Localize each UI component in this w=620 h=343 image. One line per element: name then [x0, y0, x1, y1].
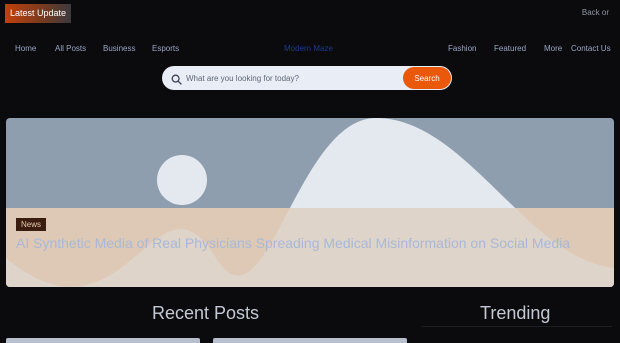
divider: [422, 326, 612, 327]
top-bar: Latest Update Back or: [0, 0, 620, 28]
trending-heading: Trending: [480, 303, 551, 323]
latest-update-badge[interactable]: Latest Update: [5, 4, 72, 23]
nav-item-fashion[interactable]: Fashion: [448, 44, 476, 53]
main-nav: Home All Posts Business Esports Modern M…: [0, 40, 620, 58]
post-card[interactable]: [213, 338, 407, 343]
nav-item-featured[interactable]: Featured: [494, 44, 526, 53]
post-card[interactable]: [6, 338, 200, 343]
nav-item-business[interactable]: Business: [103, 44, 135, 53]
featured-post-title[interactable]: AI Synthetic Media of Real Physicians Sp…: [16, 235, 606, 252]
recent-posts-heading: Recent Posts: [152, 303, 260, 323]
search-button[interactable]: Search: [403, 67, 451, 89]
search-input[interactable]: [186, 68, 396, 88]
search-icon[interactable]: [171, 72, 182, 85]
nav-item-home[interactable]: Home: [15, 44, 36, 53]
nav-item-contact[interactable]: Contact Us: [571, 44, 611, 53]
nav-item-esports[interactable]: Esports: [152, 44, 179, 53]
featured-post[interactable]: News AI Synthetic Media of Real Physicia…: [6, 118, 614, 287]
nav-item-all-posts[interactable]: All Posts: [55, 44, 86, 53]
category-badge[interactable]: News: [16, 218, 47, 231]
image-placeholder-icon: [6, 118, 614, 287]
back-link[interactable]: Back or: [582, 8, 609, 17]
nav-item-more[interactable]: More: [544, 44, 562, 53]
search-bar: Search: [162, 66, 452, 90]
site-logo[interactable]: Modern Maze: [284, 44, 333, 53]
